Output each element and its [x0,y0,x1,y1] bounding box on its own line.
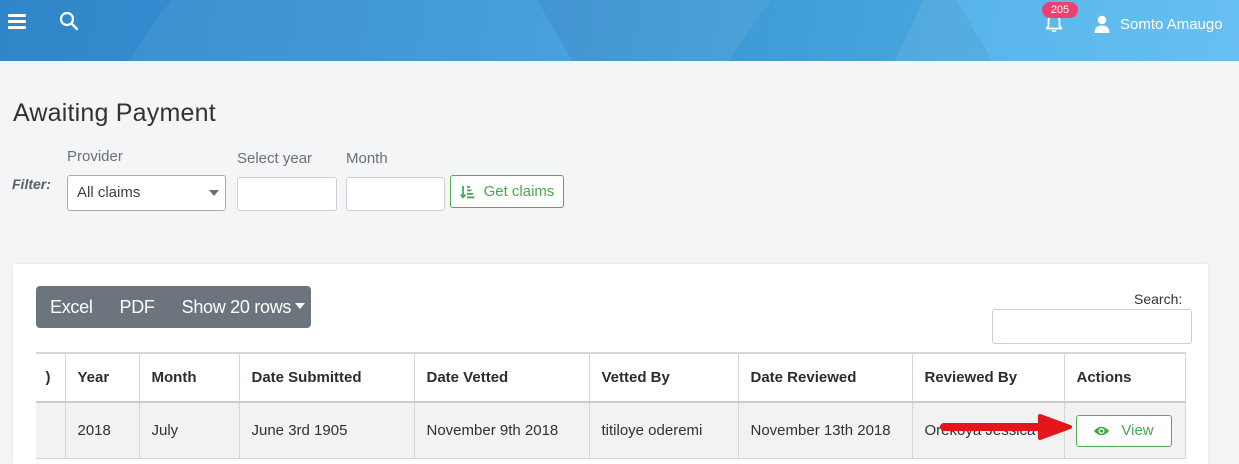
table-cell-date-vetted: November 9th 2018 [413,401,590,459]
column-header-vetted-by[interactable]: Vetted By [588,352,739,403]
table-cell-date-reviewed: November 13th 2018 [737,401,913,459]
column-header-actions: Actions [1063,352,1186,403]
claims-table: ) Year Month Date Submitted Date Vetted … [36,352,1186,459]
table-cell-actions: View [1063,401,1186,459]
table-search-input[interactable] [992,309,1192,344]
annotation-arrow-icon [940,414,1072,440]
column-header-year[interactable]: Year [64,352,140,403]
column-header-month[interactable]: Month [138,352,240,403]
month-label: Month [346,150,388,167]
user-icon [1094,15,1110,33]
pdf-button[interactable]: PDF [120,297,155,318]
hamburger-icon[interactable] [8,14,26,30]
table-cell [36,401,66,459]
sort-amount-icon [459,185,475,199]
view-label: View [1121,422,1154,439]
search-label: Search: [1134,291,1183,307]
search-icon[interactable] [59,11,79,31]
provider-select[interactable]: All claims [67,175,226,211]
eye-icon [1094,426,1110,435]
get-claims-label: Get claims [483,183,555,200]
export-button-group: Excel PDF Show 20 rows [36,286,311,328]
get-claims-button[interactable]: Get claims [450,175,564,208]
show-rows-dropdown[interactable]: Show 20 rows [181,296,306,318]
provider-label: Provider [67,148,123,165]
user-menu[interactable]: Somto Amaugo [1094,13,1223,35]
view-button[interactable]: View [1075,414,1172,447]
table-cell-date-submitted: June 3rd 1905 [238,401,415,459]
page-title: Awaiting Payment [13,99,216,127]
table-cell-month: July [138,401,240,459]
table-cell-year: 2018 [64,401,140,459]
provider-select-value: All claims [77,184,141,201]
month-input[interactable] [346,177,445,211]
filter-label: Filter: [12,176,51,192]
column-header-date-submitted[interactable]: Date Submitted [238,352,415,403]
caret-down-icon [295,302,306,309]
year-label: Select year [237,150,313,167]
column-header-date-vetted[interactable]: Date Vetted [413,352,590,403]
user-name: Somto Amaugo [1120,15,1223,33]
column-header-reviewed-by[interactable]: Reviewed By [911,352,1065,403]
column-header[interactable]: ) [36,352,66,403]
table-cell-vetted-by: titiloye oderemi [588,401,739,459]
excel-button[interactable]: Excel [50,297,93,318]
chevron-down-icon [209,190,219,196]
year-input[interactable] [237,177,337,211]
column-header-date-reviewed[interactable]: Date Reviewed [737,352,913,403]
notification-badge[interactable]: 205 [1042,2,1078,18]
table-header-row: ) Year Month Date Submitted Date Vetted … [36,352,1186,403]
show-rows-label: Show 20 rows [181,296,292,317]
